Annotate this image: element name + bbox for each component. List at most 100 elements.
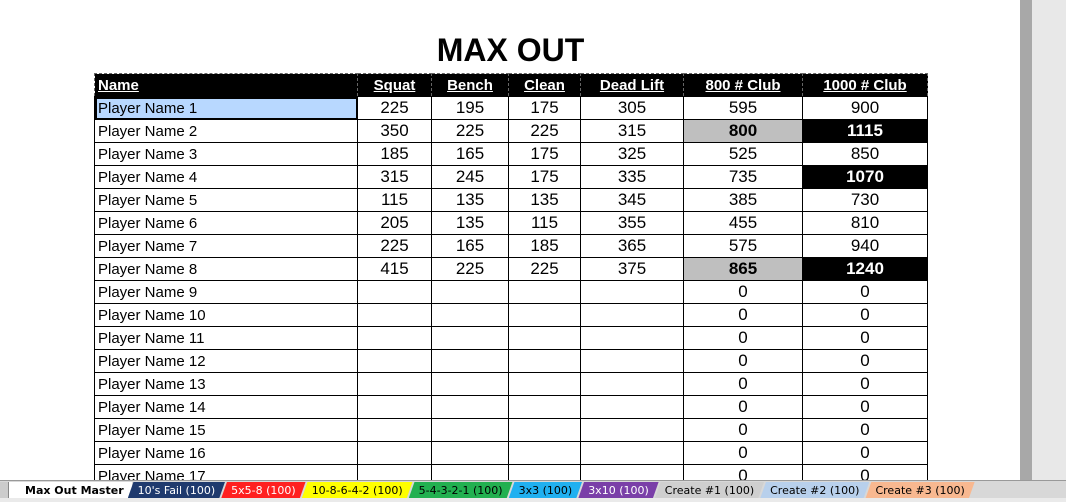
value-cell[interactable] (357, 441, 432, 465)
value-cell[interactable]: 135 (431, 211, 509, 235)
player-name-cell[interactable]: Player Name 11 (94, 326, 358, 350)
value-cell[interactable]: 115 (508, 211, 581, 235)
value-cell[interactable]: 735 (683, 165, 803, 189)
value-cell[interactable]: 0 (683, 395, 803, 419)
player-name-cell[interactable]: Player Name 1 (94, 96, 358, 120)
value-cell[interactable]: 0 (802, 349, 928, 373)
value-cell[interactable]: 810 (802, 211, 928, 235)
value-cell[interactable]: 900 (802, 96, 928, 120)
vertical-scrollbar[interactable] (1020, 0, 1032, 480)
value-cell[interactable]: 865 (683, 257, 803, 281)
value-cell[interactable] (431, 418, 509, 442)
value-cell[interactable]: 595 (683, 96, 803, 120)
value-cell[interactable]: 850 (802, 142, 928, 166)
sheet-tab[interactable]: 10's Fail (100) (128, 482, 226, 499)
value-cell[interactable]: 0 (683, 349, 803, 373)
player-name-cell[interactable]: Player Name 4 (94, 165, 358, 189)
value-cell[interactable]: 385 (683, 188, 803, 212)
value-cell[interactable]: 315 (580, 119, 684, 143)
value-cell[interactable]: 940 (802, 234, 928, 258)
value-cell[interactable]: 175 (508, 142, 581, 166)
player-name-cell[interactable]: Player Name 12 (94, 349, 358, 373)
value-cell[interactable] (508, 418, 581, 442)
value-cell[interactable]: 375 (580, 257, 684, 281)
value-cell[interactable] (580, 418, 684, 442)
value-cell[interactable]: 0 (802, 303, 928, 327)
player-name-cell[interactable]: Player Name 17 (94, 464, 358, 480)
value-cell[interactable]: 205 (357, 211, 432, 235)
value-cell[interactable]: 185 (508, 234, 581, 258)
worksheet[interactable]: MAX OUT Name Squat Bench Clean Dead Lift 800 … (0, 0, 1020, 480)
value-cell[interactable] (357, 418, 432, 442)
value-cell[interactable] (508, 395, 581, 419)
value-cell[interactable]: 0 (683, 280, 803, 304)
value-cell[interactable]: 315 (357, 165, 432, 189)
player-name-cell[interactable]: Player Name 8 (94, 257, 358, 281)
tab-scroll-button[interactable] (0, 481, 9, 499)
value-cell[interactable]: 245 (431, 165, 509, 189)
value-cell[interactable]: 335 (580, 165, 684, 189)
value-cell[interactable] (357, 280, 432, 304)
value-cell[interactable]: 0 (802, 418, 928, 442)
sheet-tab[interactable]: 3x10 (100) (578, 482, 659, 499)
value-cell[interactable] (357, 372, 432, 396)
value-cell[interactable]: 165 (431, 234, 509, 258)
value-cell[interactable]: 0 (802, 395, 928, 419)
value-cell[interactable] (431, 464, 509, 480)
value-cell[interactable]: 225 (431, 119, 509, 143)
value-cell[interactable]: 415 (357, 257, 432, 281)
value-cell[interactable]: 365 (580, 234, 684, 258)
value-cell[interactable]: 0 (802, 464, 928, 480)
sheet-tab[interactable]: Create #1 (100) (655, 482, 764, 499)
value-cell[interactable]: 525 (683, 142, 803, 166)
value-cell[interactable]: 0 (683, 418, 803, 442)
value-cell[interactable]: 0 (683, 441, 803, 465)
player-name-cell[interactable]: Player Name 6 (94, 211, 358, 235)
value-cell[interactable]: 730 (802, 188, 928, 212)
value-cell[interactable]: 1070 (802, 165, 928, 189)
value-cell[interactable] (580, 372, 684, 396)
value-cell[interactable] (431, 441, 509, 465)
value-cell[interactable]: 175 (508, 165, 581, 189)
value-cell[interactable]: 345 (580, 188, 684, 212)
sheet-tab[interactable]: 3x3 (100) (509, 482, 583, 499)
value-cell[interactable]: 0 (683, 372, 803, 396)
value-cell[interactable]: 225 (508, 119, 581, 143)
value-cell[interactable] (357, 464, 432, 480)
sheet-tab[interactable]: 10-8-6-4-2 (100) (302, 482, 413, 499)
value-cell[interactable] (580, 464, 684, 480)
value-cell[interactable]: 0 (802, 441, 928, 465)
value-cell[interactable]: 0 (683, 464, 803, 480)
sheet-tab[interactable]: Create #3 (100) (865, 482, 974, 499)
player-name-cell[interactable]: Player Name 7 (94, 234, 358, 258)
value-cell[interactable]: 0 (683, 326, 803, 350)
value-cell[interactable] (580, 349, 684, 373)
value-cell[interactable]: 0 (802, 372, 928, 396)
value-cell[interactable] (431, 280, 509, 304)
value-cell[interactable] (357, 349, 432, 373)
value-cell[interactable] (508, 464, 581, 480)
value-cell[interactable]: 225 (508, 257, 581, 281)
value-cell[interactable] (508, 372, 581, 396)
value-cell[interactable]: 575 (683, 234, 803, 258)
value-cell[interactable]: 355 (580, 211, 684, 235)
value-cell[interactable]: 225 (431, 257, 509, 281)
value-cell[interactable]: 455 (683, 211, 803, 235)
value-cell[interactable] (508, 280, 581, 304)
value-cell[interactable]: 115 (357, 188, 432, 212)
value-cell[interactable]: 225 (357, 234, 432, 258)
player-name-cell[interactable]: Player Name 3 (94, 142, 358, 166)
value-cell[interactable] (431, 372, 509, 396)
player-name-cell[interactable]: Player Name 16 (94, 441, 358, 465)
sheet-tab[interactable]: Max Out Master (9, 481, 132, 499)
value-cell[interactable] (508, 441, 581, 465)
player-name-cell[interactable]: Player Name 14 (94, 395, 358, 419)
player-name-cell[interactable]: Player Name 5 (94, 188, 358, 212)
value-cell[interactable] (508, 326, 581, 350)
value-cell[interactable]: 195 (431, 96, 509, 120)
sheet-tab[interactable]: Create #2 (100) (760, 482, 869, 499)
player-name-cell[interactable]: Player Name 15 (94, 418, 358, 442)
value-cell[interactable]: 225 (357, 96, 432, 120)
sheet-tab[interactable]: 5-4-3-2-1 (100) (409, 482, 513, 499)
sheet-tab[interactable]: 5x5-8 (100) (221, 482, 306, 499)
